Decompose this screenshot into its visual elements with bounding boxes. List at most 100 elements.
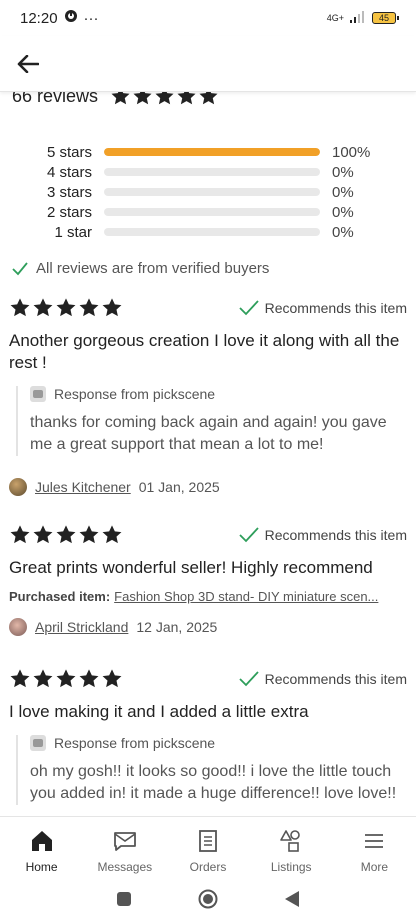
review-text: I love making it and I added a little ex…	[9, 702, 309, 721]
star-icon	[33, 298, 53, 317]
rating-row-label: 3 stars	[46, 183, 92, 201]
star-icon	[56, 669, 76, 688]
rating-row-percent: 100%	[332, 143, 371, 161]
nav-label: Messages	[97, 860, 153, 874]
star-icon	[199, 92, 218, 105]
rating-bar-track	[104, 188, 320, 196]
review-date: 12 Jan, 2025	[136, 619, 218, 635]
star-icon	[111, 92, 130, 105]
rating-row-percent: 0%	[332, 163, 354, 181]
rating-bar-track	[104, 168, 320, 176]
verified-buyers-note: All reviews are from verified buyers	[12, 260, 269, 277]
purchased-item-link[interactable]: Fashion Shop 3D stand- DIY miniature sce…	[114, 589, 378, 604]
nav-messages[interactable]: Messages	[83, 817, 166, 878]
response-text: thanks for coming back again and again! …	[30, 414, 387, 453]
nav-more[interactable]: More	[333, 817, 416, 878]
summary-rating-stars	[110, 92, 219, 107]
recommends-text: Recommends this item	[264, 300, 407, 316]
rating-row-1[interactable]: 1 star 0%	[0, 222, 416, 242]
rating-bar-track	[104, 148, 320, 156]
rating-bar-fill	[104, 148, 320, 156]
nav-label: More	[360, 860, 389, 874]
verified-text: All reviews are from verified buyers	[36, 260, 270, 277]
home-system-button[interactable]	[198, 889, 218, 914]
nav-label: Orders	[189, 860, 227, 874]
rating-row-2[interactable]: 2 stars 0%	[0, 202, 416, 222]
check-icon	[238, 300, 259, 316]
rating-distribution: 5 stars 100% 4 stars 0% 3 stars 0% 2 sta…	[0, 142, 416, 242]
home-icon	[30, 829, 54, 853]
rating-bar-track	[104, 228, 320, 236]
rating-row-percent: 0%	[332, 203, 354, 221]
response-text: oh my gosh!! it looks so good!! i love t…	[30, 763, 397, 802]
app-notification-icon	[64, 9, 78, 27]
system-nav-bar	[0, 878, 416, 924]
recommends-badge: Recommends this item	[238, 300, 407, 316]
star-icon	[102, 669, 122, 688]
review-item: Recommends this item Another gorgeous cr…	[0, 296, 416, 496]
arrow-left-icon	[17, 55, 39, 73]
recommends-badge: Recommends this item	[238, 671, 407, 687]
star-icon	[10, 298, 30, 317]
response-label: Response from pickscene	[54, 386, 216, 402]
status-time: 12:20	[20, 9, 58, 27]
author-name-link[interactable]: Jules Kitchener	[35, 479, 131, 495]
square-icon	[117, 891, 131, 906]
check-icon	[238, 527, 259, 543]
nav-home[interactable]: Home	[0, 817, 83, 878]
mail-icon	[113, 829, 137, 853]
author-name-link[interactable]: April Strickland	[35, 619, 128, 635]
review-text: Great prints wonderful seller! Highly re…	[9, 558, 373, 577]
reviews-count: 66 reviews	[12, 92, 99, 106]
star-icon	[79, 298, 99, 317]
back-system-button[interactable]	[284, 890, 300, 913]
nav-orders[interactable]: Orders	[166, 817, 249, 878]
review-rating-stars	[9, 524, 123, 546]
recommends-text: Recommends this item	[264, 671, 407, 687]
seller-response: Response from pickscene oh my gosh!! it …	[16, 735, 407, 805]
triangle-back-icon	[285, 890, 299, 907]
shop-avatar	[30, 735, 46, 751]
avatar	[9, 618, 27, 636]
shop-avatar	[30, 386, 46, 402]
battery-level: 45	[378, 13, 389, 23]
rating-row-5[interactable]: 5 stars 100%	[0, 142, 416, 162]
rating-row-4[interactable]: 4 stars 0%	[0, 162, 416, 182]
signal-icon	[350, 11, 366, 25]
purchased-label: Purchased item:	[9, 589, 111, 604]
status-extra: ···	[83, 9, 99, 27]
star-icon	[177, 92, 196, 105]
reviews-scroll[interactable]: 66 reviews 5 stars 100% 4 stars 0% 3 sta…	[0, 92, 416, 816]
review-rating-stars	[9, 297, 123, 319]
star-icon	[79, 669, 99, 688]
star-icon	[133, 92, 152, 105]
star-icon	[10, 525, 30, 544]
receipt-icon	[196, 829, 220, 853]
nav-label: Home	[25, 860, 58, 874]
review-author: Jules Kitchener 01 Jan, 2025	[9, 478, 407, 496]
star-icon	[56, 525, 76, 544]
star-icon	[102, 525, 122, 544]
back-button[interactable]	[12, 48, 44, 80]
rating-row-label: 5 stars	[46, 143, 92, 161]
star-icon	[33, 669, 53, 688]
review-item: Recommends this item Great prints wonder…	[0, 523, 416, 636]
star-icon	[102, 298, 122, 317]
status-bar: 12:20 ··· 4G+ 45	[0, 0, 416, 36]
check-icon	[238, 671, 259, 687]
review-text: Another gorgeous creation I love it alon…	[9, 331, 400, 372]
circle-icon	[198, 889, 218, 908]
star-icon	[79, 525, 99, 544]
rating-row-3[interactable]: 3 stars 0%	[0, 182, 416, 202]
recents-button[interactable]	[116, 891, 132, 912]
rating-row-label: 2 stars	[46, 203, 92, 221]
rating-row-percent: 0%	[332, 223, 354, 241]
nav-listings[interactable]: Listings	[250, 817, 333, 878]
rating-row-label: 4 stars	[46, 163, 92, 181]
star-icon	[10, 669, 30, 688]
star-icon	[56, 298, 76, 317]
review-rating-stars	[9, 668, 123, 690]
top-app-bar	[0, 36, 416, 92]
nav-label: Listings	[270, 860, 312, 874]
shapes-icon	[279, 829, 303, 853]
